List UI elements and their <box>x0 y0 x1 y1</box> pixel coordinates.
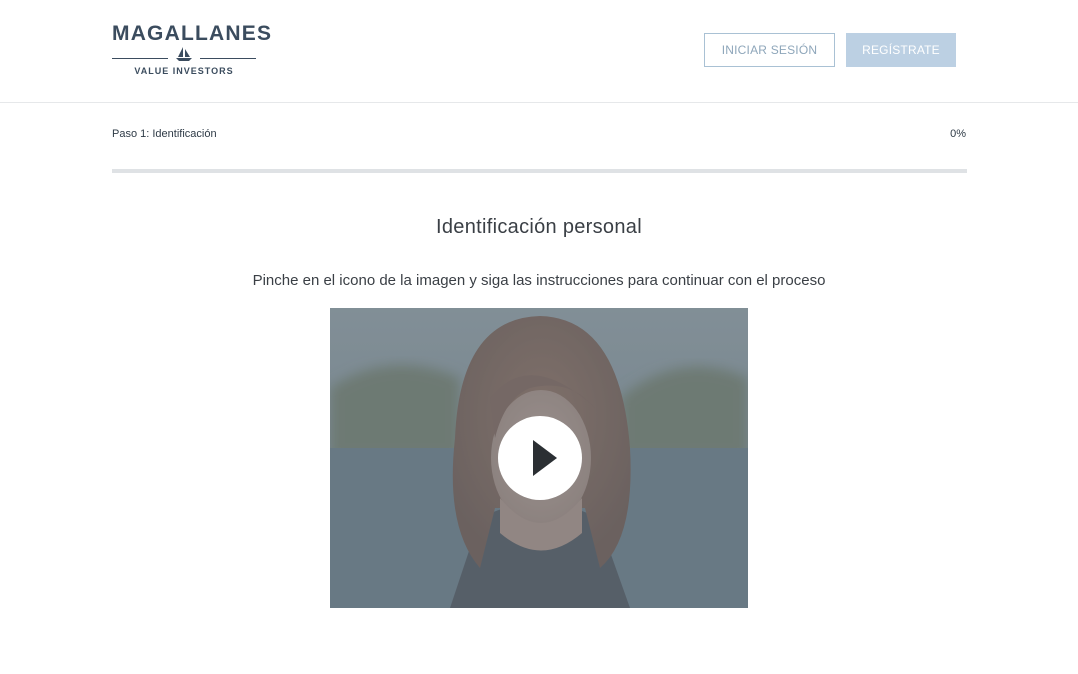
step-label: Paso 1: Identificación <box>112 128 217 140</box>
logo-divider-right <box>200 58 256 59</box>
site-header: MAGALLANES VALUE INVESTORS INICIAR SESIÓ… <box>0 0 1078 103</box>
progress-bar <box>112 169 967 173</box>
instructions-text: Pinche en el icono de la imagen y siga l… <box>252 272 826 289</box>
register-button[interactable]: REGÍSTRATE <box>846 33 956 67</box>
progress-percent: 0% <box>950 128 966 140</box>
page-title: Identificación personal <box>436 216 642 238</box>
logo-divider-left <box>112 58 168 59</box>
login-button[interactable]: INICIAR SESIÓN <box>704 33 835 67</box>
play-icon <box>533 440 557 476</box>
ship-icon <box>176 47 192 61</box>
play-button[interactable] <box>498 416 582 500</box>
magallanes-logo[interactable]: MAGALLANES VALUE INVESTORS <box>112 22 273 78</box>
video-player[interactable] <box>330 308 748 608</box>
logo-title: MAGALLANES <box>112 22 273 45</box>
logo-subtitle: VALUE INVESTORS <box>134 66 234 76</box>
